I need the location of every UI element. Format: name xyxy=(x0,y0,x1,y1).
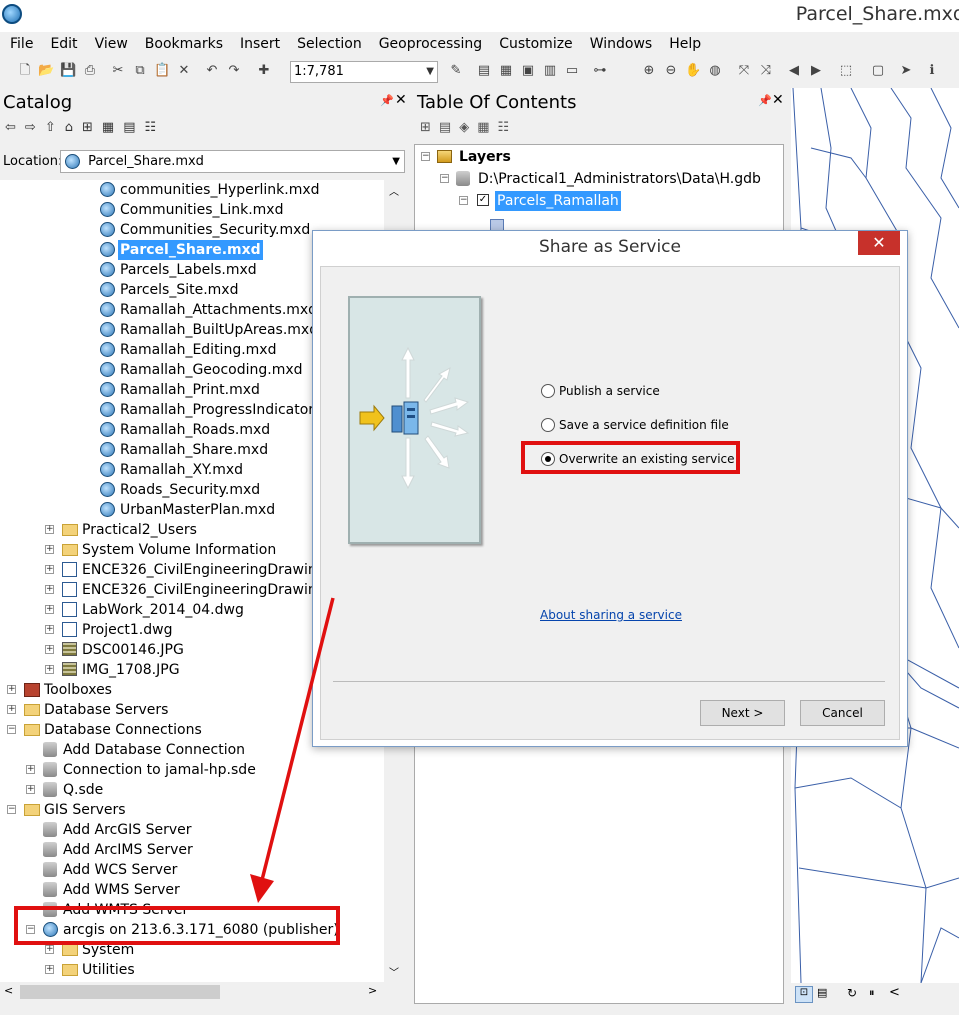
annotation-arrow xyxy=(250,597,335,903)
